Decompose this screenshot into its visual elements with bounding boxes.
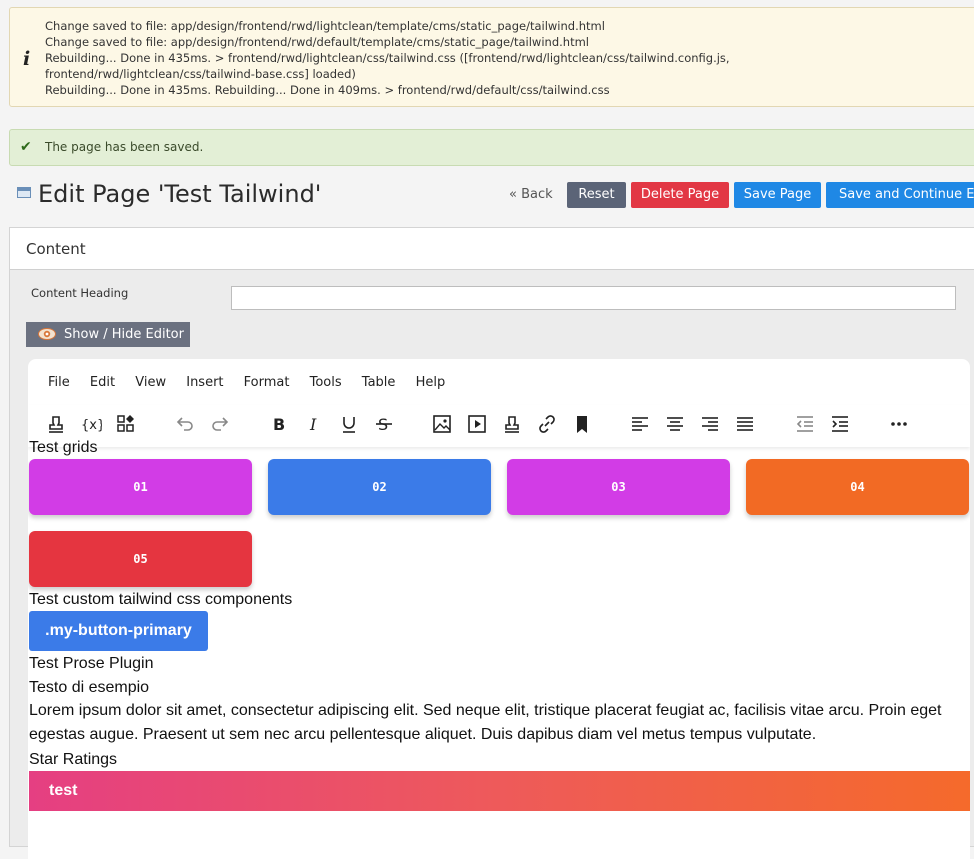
grid-box: 03 (507, 459, 730, 515)
prose-paragraph: Lorem ipsum dolor sit amet, consectetur … (29, 702, 942, 743)
image-icon[interactable] (431, 413, 453, 435)
info-message-lines: Change saved to file: app/design/fronten… (45, 18, 925, 98)
wysiwyg-editor: File Edit View Insert Format Tools Table… (28, 359, 970, 859)
variable-icon[interactable]: {x} (80, 413, 105, 435)
editor-content[interactable]: Test grids 01 02 03 04 05 Test custom ta… (28, 439, 970, 859)
grid-box: 04 (746, 459, 969, 515)
my-button-primary[interactable]: .my-button-primary (29, 611, 208, 651)
success-text: The page has been saved. (45, 140, 204, 154)
success-message: ✔ The page has been saved. (9, 129, 974, 166)
menu-help[interactable]: Help (416, 375, 446, 390)
content-section-header[interactable]: Content (10, 228, 974, 270)
menu-table[interactable]: Table (362, 375, 396, 390)
show-hide-editor-label: Show / Hide Editor (64, 327, 184, 342)
editor-menubar: File Edit View Insert Format Tools Table… (48, 375, 461, 390)
redo-icon[interactable] (210, 413, 232, 435)
eye-icon (38, 328, 56, 340)
reset-button[interactable]: Reset (567, 182, 626, 208)
menu-view[interactable]: View (135, 375, 166, 390)
stamp-icon[interactable] (45, 413, 67, 435)
menu-insert[interactable]: Insert (186, 375, 223, 390)
back-link[interactable]: « Back (509, 187, 553, 202)
editor-toolbar: {x} B I S (28, 405, 970, 447)
content-heading-label: Content Heading (31, 286, 129, 300)
components-title: Test custom tailwind css components (29, 591, 293, 608)
strikethrough-icon[interactable]: S (373, 413, 395, 435)
grid-box: 02 (268, 459, 491, 515)
align-right-icon[interactable] (699, 413, 721, 435)
grid-box: 01 (29, 459, 252, 515)
show-hide-editor-button[interactable]: Show / Hide Editor (26, 322, 190, 347)
italic-icon[interactable]: I (303, 413, 325, 435)
svg-text:B: B (273, 415, 285, 434)
indent-icon[interactable] (829, 413, 851, 435)
info-message: i Change saved to file: app/design/front… (9, 7, 974, 107)
page-header: Edit Page 'Test Tailwind' « Back Reset D… (0, 176, 974, 216)
grids-title: Test grids (29, 439, 98, 456)
stamp-icon[interactable] (501, 413, 523, 435)
content-panel: Content Content Heading Show / Hide Edit… (9, 227, 974, 859)
menu-tools[interactable]: Tools (310, 375, 342, 390)
align-left-icon[interactable] (629, 413, 651, 435)
info-line: Change saved to file: app/design/fronten… (45, 35, 589, 49)
page-title: Edit Page 'Test Tailwind' (38, 180, 322, 208)
delete-page-button[interactable]: Delete Page (631, 182, 729, 208)
outdent-icon[interactable] (794, 413, 816, 435)
bookmark-icon[interactable] (571, 413, 593, 435)
save-continue-button[interactable]: Save and Continue Edit (826, 182, 974, 208)
save-page-button[interactable]: Save Page (734, 182, 821, 208)
info-line: Rebuilding... Done in 435ms. > frontend/… (45, 51, 730, 81)
bold-icon[interactable]: B (268, 413, 290, 435)
menu-edit[interactable]: Edit (90, 375, 115, 390)
menu-file[interactable]: File (48, 375, 70, 390)
rating-bar: test (29, 771, 970, 811)
svg-text:{x}: {x} (81, 418, 102, 433)
media-icon[interactable] (466, 413, 488, 435)
link-icon[interactable] (536, 413, 558, 435)
info-icon: i (23, 48, 31, 70)
widget-icon[interactable] (115, 413, 137, 435)
prose-heading: Testo di esempio (29, 679, 150, 696)
align-center-icon[interactable] (664, 413, 686, 435)
cms-page-icon (17, 187, 31, 198)
more-icon[interactable] (888, 413, 910, 435)
content-tab-label: Content (26, 240, 86, 258)
check-icon: ✔ (20, 139, 32, 155)
info-line: Rebuilding... Done in 435ms. Rebuilding.… (45, 83, 610, 97)
info-line: Change saved to file: app/design/fronten… (45, 19, 605, 33)
ratings-title: Star Ratings (29, 751, 118, 768)
undo-icon[interactable] (173, 413, 195, 435)
menu-format[interactable]: Format (244, 375, 290, 390)
grid-box: 05 (29, 531, 252, 587)
content-heading-input[interactable] (231, 286, 956, 310)
underline-icon[interactable] (338, 413, 360, 435)
justify-icon[interactable] (734, 413, 756, 435)
svg-text:I: I (309, 415, 317, 434)
prose-title: Test Prose Plugin (29, 655, 154, 672)
